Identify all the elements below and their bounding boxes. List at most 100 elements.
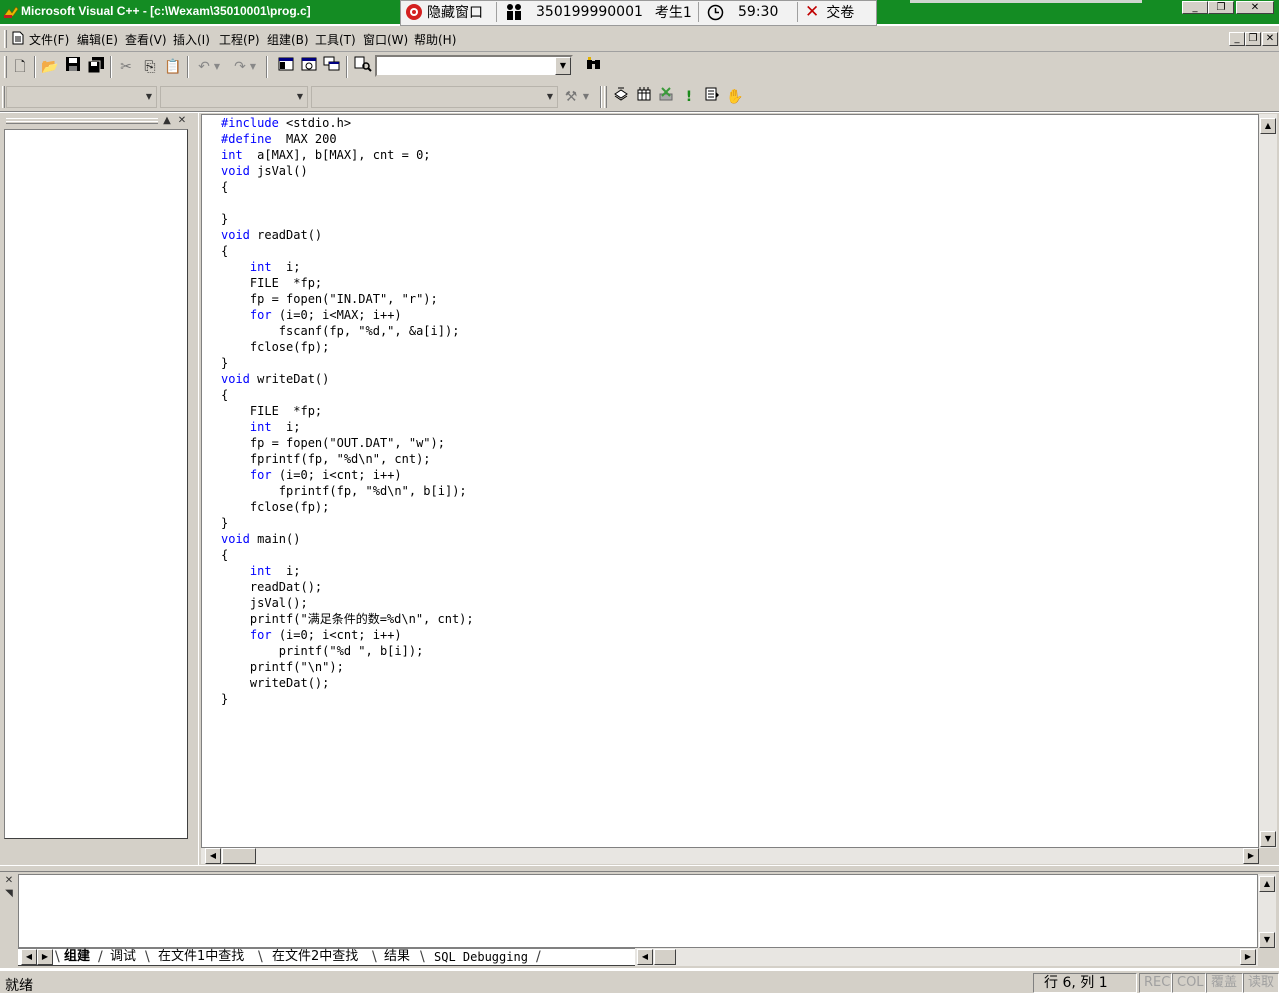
code-line[interactable]: fp = fopen("IN.DAT", "r");	[221, 291, 474, 307]
code-line[interactable]: printf("满足条件的数=%d\n", cnt);	[221, 611, 474, 627]
output-close-icon[interactable]: ✕	[3, 875, 15, 887]
workspace-icon[interactable]	[275, 56, 297, 78]
find-in-files-icon[interactable]	[352, 56, 374, 78]
code-line[interactable]: writeDat();	[221, 675, 474, 691]
compile-icon[interactable]	[610, 86, 632, 108]
code-line[interactable]: int i;	[221, 259, 474, 275]
output-horizontal-scrollbar[interactable]	[635, 948, 1258, 966]
go-icon[interactable]	[701, 86, 723, 108]
undo-dropdown-icon[interactable]: ▼	[211, 56, 223, 78]
workspace-grip[interactable]	[6, 121, 158, 124]
menu-insert[interactable]: 插入(I)	[173, 31, 210, 48]
code-line[interactable]: void writeDat()	[221, 371, 474, 387]
menu-tools[interactable]: 工具(T)	[315, 31, 356, 48]
menu-file[interactable]: 文件(F)	[29, 31, 69, 48]
menu-window[interactable]: 窗口(W)	[363, 31, 408, 48]
menu-edit[interactable]: 编辑(E)	[77, 31, 118, 48]
code-line[interactable]: printf("\n");	[221, 659, 474, 675]
pane-splitter[interactable]	[0, 865, 1279, 872]
code-line[interactable]: for (i=0; i<cnt; i++)	[221, 467, 474, 483]
save-all-icon[interactable]	[85, 56, 107, 78]
members-combo[interactable]: ▼	[311, 86, 558, 108]
code-line[interactable]: }	[221, 691, 474, 707]
code-line[interactable]: fclose(fp);	[221, 339, 474, 355]
code-line[interactable]: }	[221, 211, 474, 227]
code-line[interactable]: {	[221, 243, 474, 259]
wizard-icon[interactable]: ⚒	[560, 86, 582, 108]
tab-build[interactable]: 组建	[60, 948, 94, 966]
scroll-right-icon[interactable]: ▶	[1243, 848, 1259, 864]
code-line[interactable]: #include <stdio.h>	[221, 115, 474, 131]
code-line[interactable]: void jsVal()	[221, 163, 474, 179]
workspace-close-icon[interactable]: ✕	[176, 115, 188, 127]
horizontal-scroll-thumb[interactable]	[222, 848, 256, 864]
code-line[interactable]: }	[221, 355, 474, 371]
save-icon[interactable]	[62, 56, 84, 78]
code-line[interactable]: int i;	[221, 563, 474, 579]
code-line[interactable]: int a[MAX], b[MAX], cnt = 0;	[221, 147, 474, 163]
code-line[interactable]: fscanf(fp, "%d,", &a[i]);	[221, 323, 474, 339]
code-line[interactable]: void readDat()	[221, 227, 474, 243]
build-icon[interactable]	[633, 86, 655, 108]
scroll-down-icon[interactable]: ▼	[1260, 831, 1276, 847]
output-scroll-down-icon[interactable]: ▼	[1259, 932, 1275, 948]
submit-exam-button[interactable]: ✕ 交卷	[805, 0, 854, 24]
find-combo[interactable]: ▼	[375, 55, 573, 77]
code-line[interactable]: readDat();	[221, 579, 474, 595]
code-line[interactable]: FILE *fp;	[221, 403, 474, 419]
code-line[interactable]: {	[221, 547, 474, 563]
output-scroll-up-icon[interactable]: ▲	[1259, 876, 1275, 892]
tab-sql-debugging[interactable]: SQL Debugging	[430, 948, 532, 966]
output-window-icon[interactable]	[298, 56, 320, 78]
code-editor[interactable]: #include <stdio.h> #define MAX 200 int a[M…	[201, 114, 1259, 848]
hide-window-button[interactable]: 隐藏窗口	[405, 0, 483, 24]
toolbar-grip[interactable]	[2, 86, 5, 108]
code-line[interactable]	[221, 195, 474, 211]
code-line[interactable]: int i;	[221, 419, 474, 435]
code-line[interactable]: fprintf(fp, "%d\n", cnt);	[221, 451, 474, 467]
menu-project[interactable]: 工程(P)	[219, 31, 260, 48]
tabs-scroll-right-icon[interactable]: ▶	[37, 949, 53, 965]
menu-grip[interactable]	[4, 30, 7, 48]
menu-build[interactable]: 组建(B)	[267, 31, 309, 48]
code-line[interactable]: fp = fopen("OUT.DAT", "w");	[221, 435, 474, 451]
execute-icon[interactable]: !	[678, 86, 700, 108]
paste-icon[interactable]: 📋	[162, 56, 184, 78]
code-line[interactable]: for (i=0; i<MAX; i++)	[221, 307, 474, 323]
output-horizontal-thumb[interactable]	[654, 949, 676, 965]
output-scroll-left-icon[interactable]: ◀	[637, 949, 653, 965]
tabs-scroll-left-icon[interactable]: ◀	[21, 949, 37, 965]
filter-combo[interactable]: ▼	[160, 86, 308, 108]
restore-button[interactable]: ❐	[1208, 1, 1234, 14]
workspace-maximize-icon[interactable]: ▲	[161, 115, 173, 127]
output-scroll-right-icon[interactable]: ▶	[1240, 949, 1256, 965]
close-button[interactable]: ✕	[1236, 1, 1274, 14]
editor-vertical-scrollbar[interactable]	[1259, 114, 1277, 848]
code-line[interactable]: void main()	[221, 531, 474, 547]
code-line[interactable]: for (i=0; i<cnt; i++)	[221, 627, 474, 643]
workspace-tree[interactable]	[4, 129, 188, 839]
tab-find-in-files-2[interactable]: 在文件2中查找	[268, 948, 362, 966]
output-text-area[interactable]	[18, 874, 1258, 948]
editor-horizontal-scrollbar[interactable]	[201, 848, 1259, 864]
menu-help[interactable]: 帮助(H)	[414, 31, 456, 48]
doc-close-button[interactable]: ✕	[1262, 32, 1278, 46]
menu-view[interactable]: 查看(V)	[125, 31, 167, 48]
doc-minimize-button[interactable]: _	[1229, 32, 1245, 46]
find-icon[interactable]	[583, 56, 605, 78]
copy-icon[interactable]: ⎘	[139, 56, 161, 78]
window-list-icon[interactable]	[321, 56, 343, 78]
toolbar-grip[interactable]	[604, 86, 607, 108]
code-line[interactable]: fprintf(fp, "%d\n", b[i]);	[221, 483, 474, 499]
code-line[interactable]: #define MAX 200	[221, 131, 474, 147]
code-content[interactable]: #include <stdio.h> #define MAX 200 int a[M…	[221, 115, 474, 707]
tab-results[interactable]: 结果	[380, 948, 414, 966]
doc-restore-button[interactable]: ❐	[1245, 32, 1261, 46]
breakpoint-hand-icon[interactable]: ✋	[724, 86, 746, 108]
open-folder-icon[interactable]: 📂	[39, 56, 61, 78]
cut-icon[interactable]: ✂	[115, 56, 137, 78]
stop-build-icon[interactable]	[655, 86, 677, 108]
minimize-button[interactable]: _	[1182, 1, 1208, 14]
tab-debug[interactable]: 调试	[106, 948, 140, 966]
wizard-dropdown-icon[interactable]: ▼	[580, 86, 592, 108]
